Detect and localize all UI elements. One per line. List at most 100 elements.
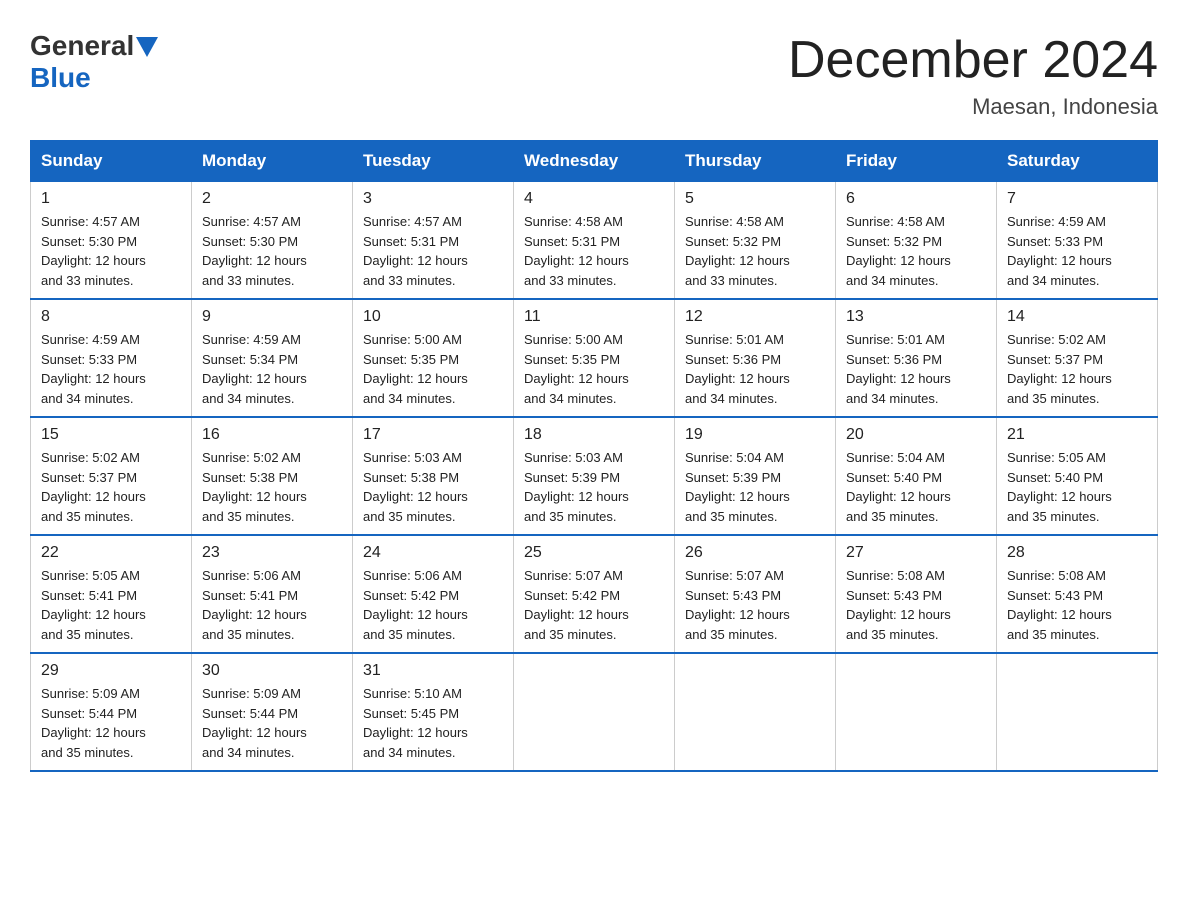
daylight-minutes: and 35 minutes. bbox=[202, 509, 295, 524]
daylight-minutes: and 35 minutes. bbox=[1007, 509, 1100, 524]
calendar-day-cell: 5 Sunrise: 4:58 AM Sunset: 5:32 PM Dayli… bbox=[675, 182, 836, 300]
sunset-label: Sunset: 5:37 PM bbox=[1007, 352, 1103, 367]
day-number: 12 bbox=[685, 308, 825, 326]
daylight-minutes: and 35 minutes. bbox=[41, 745, 134, 760]
daylight-minutes: and 34 minutes. bbox=[41, 391, 134, 406]
sunrise-label: Sunrise: 5:02 AM bbox=[1007, 332, 1106, 347]
sunset-label: Sunset: 5:35 PM bbox=[524, 352, 620, 367]
sunrise-label: Sunrise: 5:05 AM bbox=[1007, 450, 1106, 465]
calendar-weekday-thursday: Thursday bbox=[675, 141, 836, 182]
sunrise-label: Sunrise: 4:58 AM bbox=[524, 214, 623, 229]
calendar-day-cell: 20 Sunrise: 5:04 AM Sunset: 5:40 PM Dayl… bbox=[836, 417, 997, 535]
day-info: Sunrise: 5:07 AM Sunset: 5:42 PM Dayligh… bbox=[524, 566, 664, 644]
daylight-minutes: and 35 minutes. bbox=[846, 509, 939, 524]
calendar-day-cell: 10 Sunrise: 5:00 AM Sunset: 5:35 PM Dayl… bbox=[353, 299, 514, 417]
sunset-label: Sunset: 5:39 PM bbox=[524, 470, 620, 485]
daylight-minutes: and 34 minutes. bbox=[524, 391, 617, 406]
sunrise-label: Sunrise: 5:09 AM bbox=[202, 686, 301, 701]
calendar-week-row: 22 Sunrise: 5:05 AM Sunset: 5:41 PM Dayl… bbox=[31, 535, 1158, 653]
daylight-minutes: and 35 minutes. bbox=[41, 627, 134, 642]
daylight-label: Daylight: 12 hours bbox=[41, 489, 146, 504]
daylight-minutes: and 34 minutes. bbox=[846, 391, 939, 406]
calendar-weekday-wednesday: Wednesday bbox=[514, 141, 675, 182]
daylight-label: Daylight: 12 hours bbox=[685, 253, 790, 268]
daylight-label: Daylight: 12 hours bbox=[1007, 253, 1112, 268]
day-info: Sunrise: 5:02 AM Sunset: 5:37 PM Dayligh… bbox=[1007, 330, 1147, 408]
daylight-label: Daylight: 12 hours bbox=[524, 253, 629, 268]
sunrise-label: Sunrise: 4:57 AM bbox=[41, 214, 140, 229]
sunrise-label: Sunrise: 5:04 AM bbox=[846, 450, 945, 465]
day-info: Sunrise: 5:09 AM Sunset: 5:44 PM Dayligh… bbox=[41, 684, 181, 762]
sunrise-label: Sunrise: 5:04 AM bbox=[685, 450, 784, 465]
sunset-label: Sunset: 5:45 PM bbox=[363, 706, 459, 721]
sunrise-label: Sunrise: 5:07 AM bbox=[524, 568, 623, 583]
calendar-day-cell: 22 Sunrise: 5:05 AM Sunset: 5:41 PM Dayl… bbox=[31, 535, 192, 653]
logo-blue-text: Blue bbox=[30, 62, 91, 94]
daylight-label: Daylight: 12 hours bbox=[685, 607, 790, 622]
sunrise-label: Sunrise: 5:01 AM bbox=[846, 332, 945, 347]
daylight-minutes: and 34 minutes. bbox=[363, 745, 456, 760]
day-info: Sunrise: 4:57 AM Sunset: 5:30 PM Dayligh… bbox=[202, 212, 342, 290]
daylight-label: Daylight: 12 hours bbox=[524, 489, 629, 504]
day-info: Sunrise: 4:57 AM Sunset: 5:30 PM Dayligh… bbox=[41, 212, 181, 290]
day-info: Sunrise: 5:06 AM Sunset: 5:42 PM Dayligh… bbox=[363, 566, 503, 644]
calendar-day-cell: 1 Sunrise: 4:57 AM Sunset: 5:30 PM Dayli… bbox=[31, 182, 192, 300]
day-number: 21 bbox=[1007, 426, 1147, 444]
sunrise-label: Sunrise: 5:07 AM bbox=[685, 568, 784, 583]
calendar-day-cell: 30 Sunrise: 5:09 AM Sunset: 5:44 PM Dayl… bbox=[192, 653, 353, 771]
calendar-week-row: 15 Sunrise: 5:02 AM Sunset: 5:37 PM Dayl… bbox=[31, 417, 1158, 535]
title-block: December 2024 Maesan, Indonesia bbox=[788, 30, 1158, 120]
day-number: 16 bbox=[202, 426, 342, 444]
daylight-label: Daylight: 12 hours bbox=[846, 371, 951, 386]
month-title: December 2024 bbox=[788, 30, 1158, 90]
calendar-week-row: 8 Sunrise: 4:59 AM Sunset: 5:33 PM Dayli… bbox=[31, 299, 1158, 417]
sunset-label: Sunset: 5:44 PM bbox=[202, 706, 298, 721]
calendar-day-cell: 21 Sunrise: 5:05 AM Sunset: 5:40 PM Dayl… bbox=[997, 417, 1158, 535]
sunset-label: Sunset: 5:38 PM bbox=[363, 470, 459, 485]
calendar-day-cell: 3 Sunrise: 4:57 AM Sunset: 5:31 PM Dayli… bbox=[353, 182, 514, 300]
day-number: 25 bbox=[524, 544, 664, 562]
day-info: Sunrise: 5:10 AM Sunset: 5:45 PM Dayligh… bbox=[363, 684, 503, 762]
day-info: Sunrise: 5:02 AM Sunset: 5:37 PM Dayligh… bbox=[41, 448, 181, 526]
daylight-label: Daylight: 12 hours bbox=[202, 371, 307, 386]
day-info: Sunrise: 5:06 AM Sunset: 5:41 PM Dayligh… bbox=[202, 566, 342, 644]
sunset-label: Sunset: 5:33 PM bbox=[1007, 234, 1103, 249]
daylight-label: Daylight: 12 hours bbox=[1007, 489, 1112, 504]
daylight-label: Daylight: 12 hours bbox=[685, 489, 790, 504]
daylight-minutes: and 33 minutes. bbox=[685, 273, 778, 288]
day-info: Sunrise: 5:05 AM Sunset: 5:41 PM Dayligh… bbox=[41, 566, 181, 644]
sunset-label: Sunset: 5:34 PM bbox=[202, 352, 298, 367]
sunrise-label: Sunrise: 4:59 AM bbox=[202, 332, 301, 347]
day-info: Sunrise: 5:05 AM Sunset: 5:40 PM Dayligh… bbox=[1007, 448, 1147, 526]
sunset-label: Sunset: 5:43 PM bbox=[1007, 588, 1103, 603]
sunrise-label: Sunrise: 4:59 AM bbox=[1007, 214, 1106, 229]
day-number: 3 bbox=[363, 190, 503, 208]
daylight-minutes: and 34 minutes. bbox=[202, 391, 295, 406]
sunset-label: Sunset: 5:36 PM bbox=[846, 352, 942, 367]
daylight-minutes: and 33 minutes. bbox=[363, 273, 456, 288]
calendar-day-cell: 29 Sunrise: 5:09 AM Sunset: 5:44 PM Dayl… bbox=[31, 653, 192, 771]
daylight-label: Daylight: 12 hours bbox=[363, 253, 468, 268]
daylight-minutes: and 33 minutes. bbox=[202, 273, 295, 288]
calendar-day-cell: 26 Sunrise: 5:07 AM Sunset: 5:43 PM Dayl… bbox=[675, 535, 836, 653]
sunset-label: Sunset: 5:30 PM bbox=[202, 234, 298, 249]
daylight-label: Daylight: 12 hours bbox=[846, 253, 951, 268]
daylight-label: Daylight: 12 hours bbox=[41, 371, 146, 386]
calendar-header-row: SundayMondayTuesdayWednesdayThursdayFrid… bbox=[31, 141, 1158, 182]
sunrise-label: Sunrise: 5:06 AM bbox=[363, 568, 462, 583]
day-info: Sunrise: 5:04 AM Sunset: 5:40 PM Dayligh… bbox=[846, 448, 986, 526]
day-number: 10 bbox=[363, 308, 503, 326]
daylight-label: Daylight: 12 hours bbox=[685, 371, 790, 386]
day-info: Sunrise: 4:59 AM Sunset: 5:33 PM Dayligh… bbox=[1007, 212, 1147, 290]
calendar-day-cell bbox=[514, 653, 675, 771]
location: Maesan, Indonesia bbox=[788, 94, 1158, 120]
sunrise-label: Sunrise: 5:02 AM bbox=[202, 450, 301, 465]
calendar-day-cell: 25 Sunrise: 5:07 AM Sunset: 5:42 PM Dayl… bbox=[514, 535, 675, 653]
day-number: 5 bbox=[685, 190, 825, 208]
day-number: 15 bbox=[41, 426, 181, 444]
sunset-label: Sunset: 5:42 PM bbox=[363, 588, 459, 603]
sunset-label: Sunset: 5:39 PM bbox=[685, 470, 781, 485]
day-info: Sunrise: 5:03 AM Sunset: 5:38 PM Dayligh… bbox=[363, 448, 503, 526]
sunset-label: Sunset: 5:43 PM bbox=[685, 588, 781, 603]
day-info: Sunrise: 4:59 AM Sunset: 5:34 PM Dayligh… bbox=[202, 330, 342, 408]
